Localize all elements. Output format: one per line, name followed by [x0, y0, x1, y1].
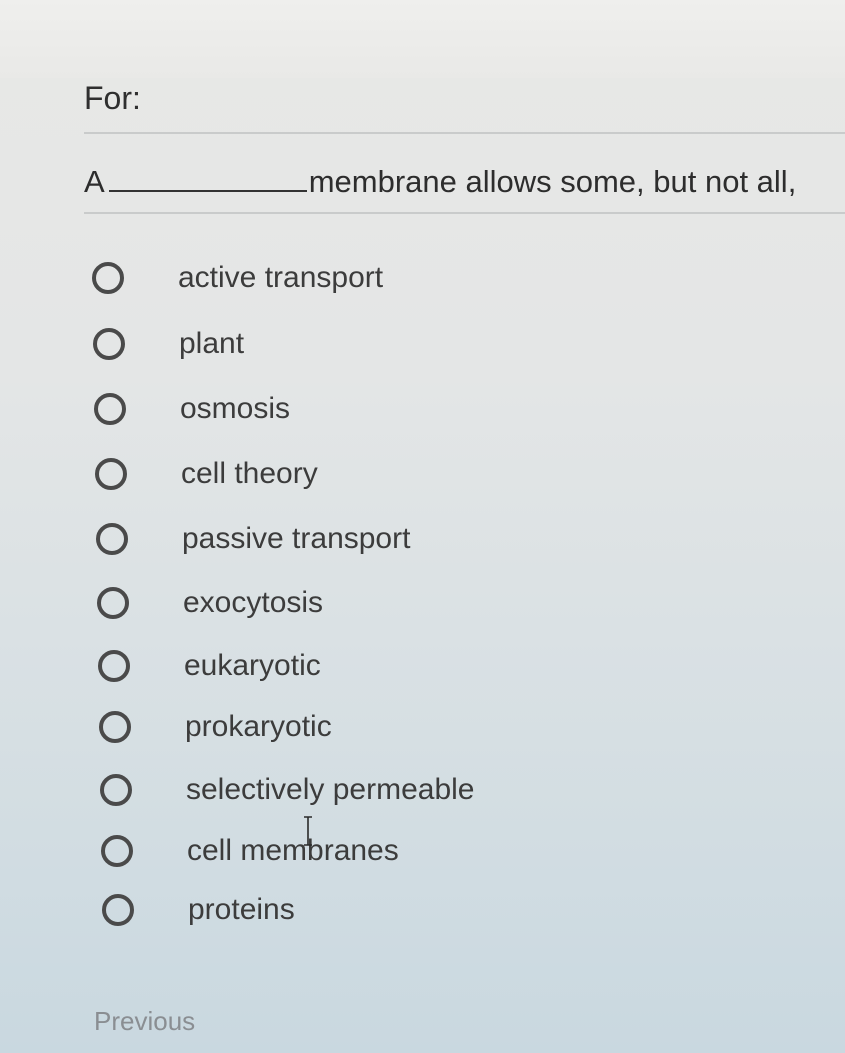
option-selectively-permeable[interactable]: selectively permeable — [100, 768, 474, 812]
radio-unchecked-icon[interactable] — [93, 328, 125, 360]
radio-unchecked-icon[interactable] — [98, 650, 130, 682]
option-label: exocytosis — [183, 586, 324, 619]
option-cell-theory[interactable]: cell theory — [95, 452, 318, 496]
divider — [84, 212, 845, 214]
option-label: plant — [179, 327, 245, 360]
radio-unchecked-icon[interactable] — [102, 894, 134, 926]
radio-unchecked-icon[interactable] — [100, 774, 132, 806]
option-label: selectively permeable — [186, 773, 475, 806]
option-label: cell theory — [181, 457, 318, 490]
top-strip — [0, 0, 845, 78]
previous-button[interactable]: Previous — [94, 1006, 195, 1037]
option-proteins[interactable]: proteins — [102, 888, 295, 932]
option-eukaryotic[interactable]: eukaryotic — [98, 644, 321, 688]
option-label: osmosis — [180, 392, 291, 425]
option-label: prokaryotic — [185, 710, 332, 743]
option-cell-membranes[interactable]: cell membranes — [101, 829, 399, 873]
radio-unchecked-icon[interactable] — [97, 587, 129, 619]
option-label: proteins — [188, 893, 295, 926]
question-suffix: membrane allows some, but not all, — [308, 164, 797, 199]
for-label: For: — [84, 80, 141, 116]
question-prefix: A — [84, 164, 105, 199]
divider — [84, 132, 845, 134]
answer-blank — [108, 189, 307, 192]
option-plant[interactable]: plant — [93, 322, 244, 366]
radio-unchecked-icon[interactable] — [92, 262, 124, 294]
option-passive-transport[interactable]: passive transport — [96, 517, 410, 561]
radio-unchecked-icon[interactable] — [99, 711, 131, 743]
option-label: cell membranes — [187, 834, 399, 867]
radio-unchecked-icon[interactable] — [94, 393, 126, 425]
option-active-transport[interactable]: active transport — [92, 256, 383, 300]
question-text: Amembrane allows some, but not all, — [84, 164, 796, 200]
option-label: eukaryotic — [184, 649, 321, 682]
option-prokaryotic[interactable]: prokaryotic — [99, 705, 332, 749]
radio-unchecked-icon[interactable] — [101, 835, 133, 867]
option-label: passive transport — [182, 522, 411, 555]
option-exocytosis[interactable]: exocytosis — [97, 581, 323, 625]
text-cursor-icon — [304, 816, 312, 846]
radio-unchecked-icon[interactable] — [96, 523, 128, 555]
radio-unchecked-icon[interactable] — [95, 458, 127, 490]
option-label: active transport — [178, 261, 384, 294]
option-osmosis[interactable]: osmosis — [94, 387, 290, 431]
